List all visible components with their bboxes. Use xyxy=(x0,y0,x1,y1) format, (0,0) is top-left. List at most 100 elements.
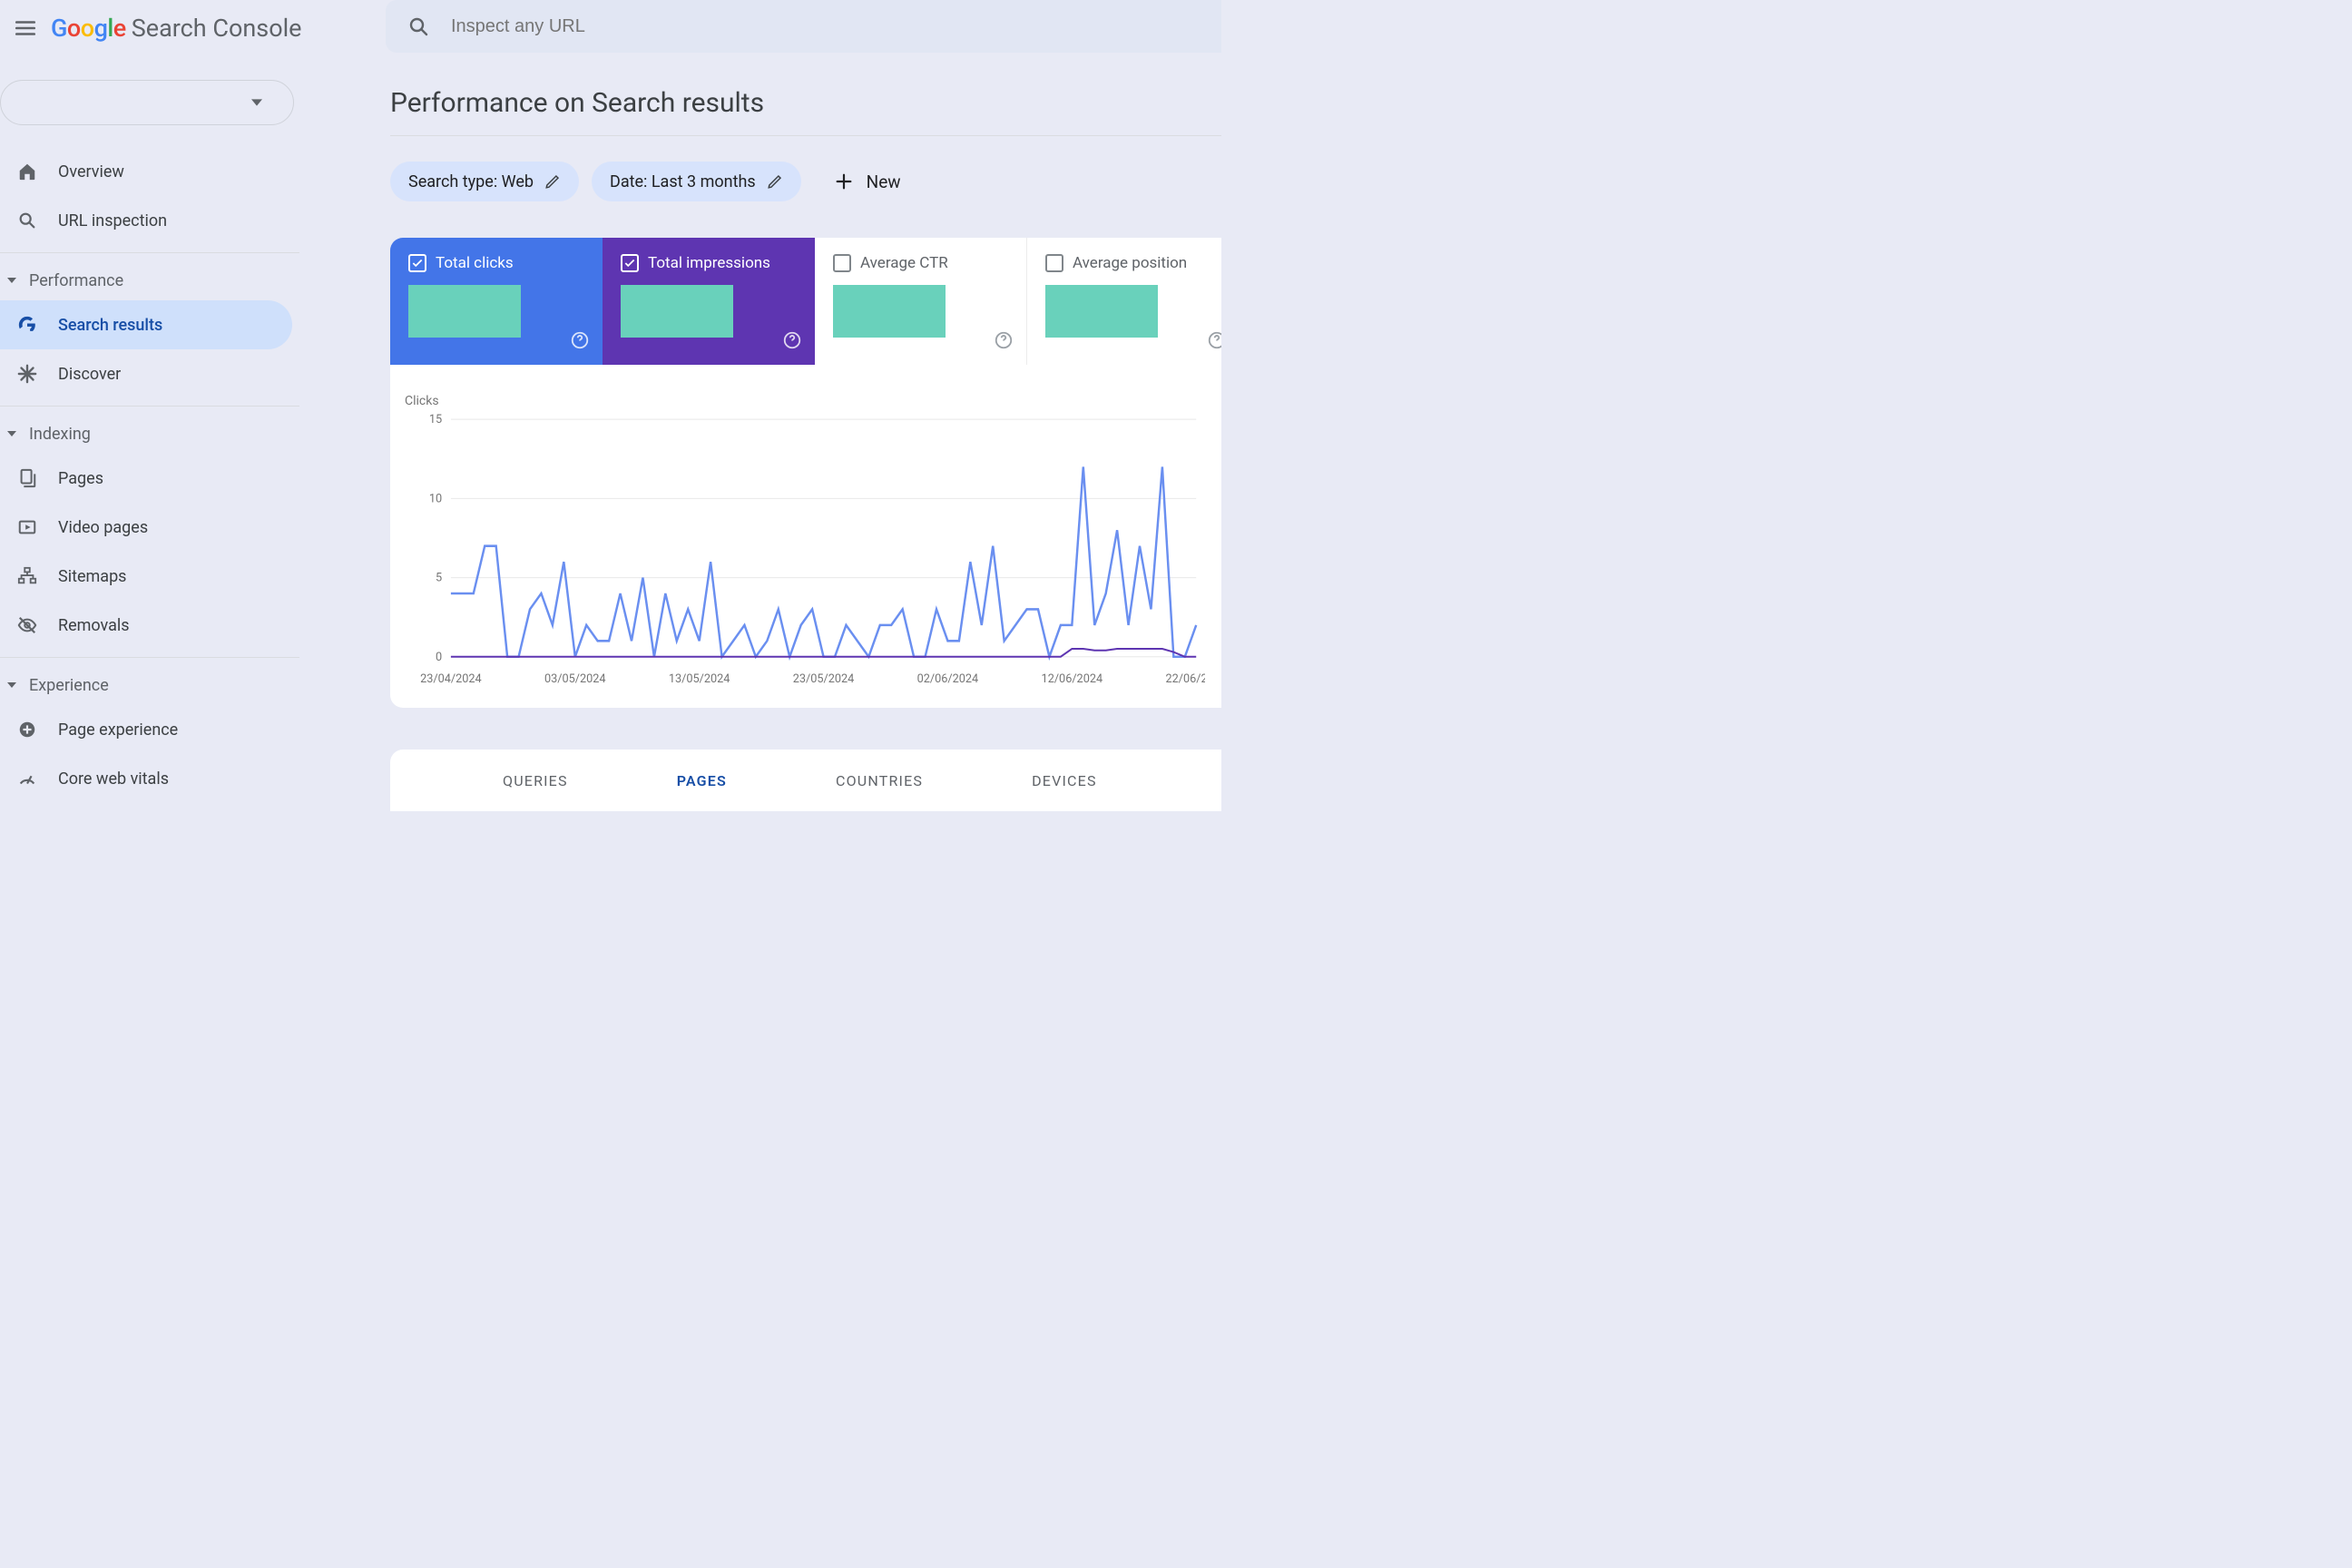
property-selector[interactable] xyxy=(0,80,294,125)
pencil-icon xyxy=(767,173,783,190)
card-average-ctr[interactable]: Average CTR xyxy=(815,238,1027,365)
sidebar: Overview URL inspection Performance Sear… xyxy=(0,65,299,814)
metric-cards: Total clicks Total impressions Average C… xyxy=(390,238,1221,365)
nav-removals[interactable]: Removals xyxy=(0,601,292,650)
help-icon[interactable] xyxy=(570,330,590,350)
svg-text:5: 5 xyxy=(436,571,442,584)
help-icon[interactable] xyxy=(994,330,1014,350)
nav-discover[interactable]: Discover xyxy=(0,349,292,398)
tab-queries[interactable]: QUERIES xyxy=(503,772,568,789)
nav-pages[interactable]: Pages xyxy=(0,454,292,503)
product-name: Search Console xyxy=(132,14,302,43)
nav-label: Overview xyxy=(58,162,124,181)
divider xyxy=(0,406,299,407)
card-label: Average position xyxy=(1073,254,1187,272)
nav-label: URL inspection xyxy=(58,211,167,230)
card-total-impressions[interactable]: Total impressions xyxy=(603,238,815,365)
chevron-down-icon xyxy=(251,97,262,108)
nav-sitemaps[interactable]: Sitemaps xyxy=(0,552,292,601)
redacted-value xyxy=(621,285,733,338)
nav-overview[interactable]: Overview xyxy=(0,147,292,196)
nav-label: Video pages xyxy=(58,518,148,537)
svg-text:23/04/2024: 23/04/2024 xyxy=(420,672,482,686)
section-label: Experience xyxy=(29,676,109,695)
tab-countries[interactable]: COUNTRIES xyxy=(836,772,923,789)
chip-label: Search type: Web xyxy=(408,172,534,191)
chart-svg: 0 5 10 15 23/04/2024 03/05/2024 13/05/2024 23/0… xyxy=(407,392,1205,693)
section-label: Performance xyxy=(29,271,123,290)
help-icon[interactable] xyxy=(782,330,802,350)
nav-label: Core web vitals xyxy=(58,769,169,789)
card-label: Average CTR xyxy=(860,254,948,272)
eye-off-icon xyxy=(16,614,38,636)
checkbox-icon xyxy=(408,254,426,272)
hamburger-icon xyxy=(14,16,37,40)
section-experience[interactable]: Experience xyxy=(0,665,299,705)
chip-label: Date: Last 3 months xyxy=(610,172,756,191)
nav-search-results[interactable]: Search results xyxy=(0,300,292,349)
help-icon[interactable] xyxy=(1207,330,1221,350)
plus-icon xyxy=(834,172,854,191)
svg-text:10: 10 xyxy=(429,492,442,505)
svg-text:23/05/2024: 23/05/2024 xyxy=(793,672,855,686)
checkbox-icon xyxy=(621,254,639,272)
svg-text:12/06/2024: 12/06/2024 xyxy=(1042,672,1103,686)
redacted-value xyxy=(408,285,521,338)
card-label: Total impressions xyxy=(648,254,770,272)
search-icon xyxy=(407,15,429,37)
section-performance[interactable]: Performance xyxy=(0,260,299,300)
svg-text:15: 15 xyxy=(429,413,442,426)
home-icon xyxy=(16,161,38,182)
svg-text:13/05/2024: 13/05/2024 xyxy=(669,672,730,686)
video-icon xyxy=(16,516,38,538)
checkbox-icon xyxy=(1045,254,1063,272)
menu-button[interactable] xyxy=(0,3,51,54)
main-content: Performance on Search results Search typ… xyxy=(299,65,1221,814)
section-indexing[interactable]: Indexing xyxy=(0,414,299,454)
nav-page-experience[interactable]: Page experience xyxy=(0,705,292,754)
nav-label: Search results xyxy=(58,316,162,335)
tab-pages[interactable]: PAGES xyxy=(677,772,727,789)
url-inspect-bar[interactable] xyxy=(386,0,1221,53)
redacted-value xyxy=(1045,285,1158,338)
redacted-value xyxy=(833,285,946,338)
nav-core-web-vitals[interactable]: Core web vitals xyxy=(0,754,292,803)
performance-chart: Clicks 05101523/04/202403/05/202413/05/2… xyxy=(390,365,1221,708)
google-logo-text: Google xyxy=(51,14,126,43)
nav-label: Removals xyxy=(58,616,130,635)
product-logo: Google Search Console xyxy=(51,14,301,43)
caret-down-icon xyxy=(5,278,18,283)
nav-video-pages[interactable]: Video pages xyxy=(0,503,292,552)
filter-row: Search type: Web Date: Last 3 months New xyxy=(390,162,1221,201)
search-icon xyxy=(16,210,38,231)
nav-url-inspection[interactable]: URL inspection xyxy=(0,196,292,245)
filter-search-type[interactable]: Search type: Web xyxy=(390,162,579,201)
nav-label: Pages xyxy=(58,469,103,488)
svg-text:22/06/2024: 22/06/2024 xyxy=(1165,672,1205,686)
nav-label: Page experience xyxy=(58,720,178,740)
checkbox-icon xyxy=(833,254,851,272)
svg-text:0: 0 xyxy=(436,651,442,664)
svg-text:02/06/2024: 02/06/2024 xyxy=(917,672,979,686)
url-inspect-input[interactable] xyxy=(449,15,1200,38)
circle-plus-icon xyxy=(16,719,38,740)
card-average-position[interactable]: Average position xyxy=(1027,238,1221,365)
nav-label: Discover xyxy=(58,365,121,384)
svg-text:03/05/2024: 03/05/2024 xyxy=(544,672,606,686)
pages-icon xyxy=(16,467,38,489)
add-filter-button[interactable]: New xyxy=(834,172,901,192)
tab-devices[interactable]: DEVICES xyxy=(1032,772,1097,789)
caret-down-icon xyxy=(5,431,18,436)
divider xyxy=(0,252,299,253)
speedometer-icon xyxy=(16,768,38,789)
sitemap-icon xyxy=(16,565,38,587)
page-title: Performance on Search results xyxy=(390,87,1221,119)
google-g-icon xyxy=(16,314,38,336)
card-total-clicks[interactable]: Total clicks xyxy=(390,238,603,365)
pencil-icon xyxy=(544,173,561,190)
add-filter-label: New xyxy=(867,172,901,192)
filter-date[interactable]: Date: Last 3 months xyxy=(592,162,801,201)
nav-label: Sitemaps xyxy=(58,567,126,586)
card-label: Total clicks xyxy=(436,254,514,272)
divider xyxy=(0,657,299,658)
